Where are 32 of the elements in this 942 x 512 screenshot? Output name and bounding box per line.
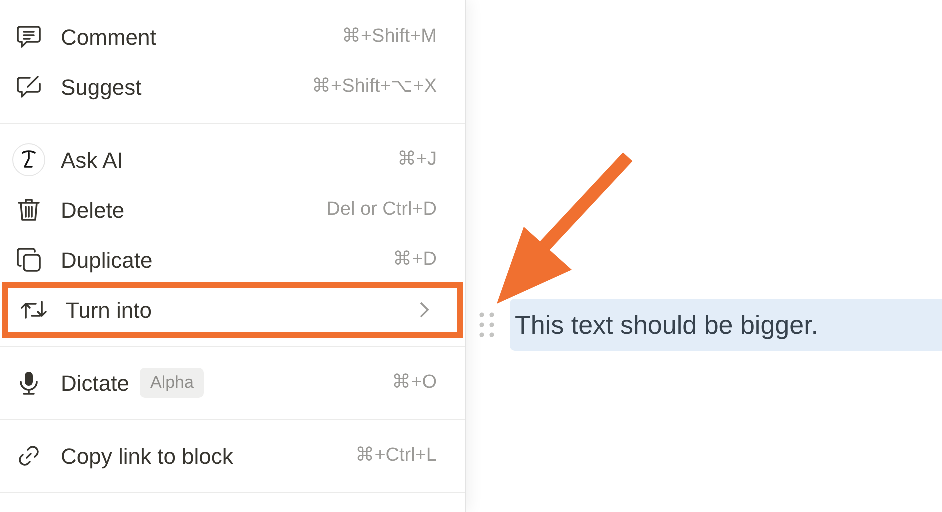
comment-icon — [15, 23, 43, 51]
menu-item-label: Ask AI — [61, 146, 124, 174]
menu-item-label: Delete — [61, 196, 125, 224]
shortcut-label: ⌘+J — [397, 148, 437, 172]
menu-item[interactable]: Delete Del or Ctrl+D — [0, 185, 465, 235]
menu-item[interactable]: Ask AI ⌘+J — [0, 135, 465, 185]
menu-item[interactable]: Copy link to block ⌘+Ctrl+L — [0, 431, 465, 481]
text-block[interactable]: This text should be bigger. — [510, 299, 942, 351]
menu-item[interactable]: Duplicate ⌘+D — [0, 235, 465, 285]
menu-item-label: Comment — [61, 24, 156, 52]
shortcut-label: ⌘+O — [392, 370, 437, 395]
menu-item-label: Suggest — [61, 74, 142, 102]
shortcut-label: ⌘+Shift+M — [342, 24, 437, 49]
speech-bubble-pencil-icon — [15, 73, 43, 101]
menu-item-label: Dictate — [61, 370, 130, 398]
menu-item-label: Copy link to block — [61, 442, 234, 471]
ai-icon — [12, 143, 46, 177]
chevron-right-icon — [418, 301, 430, 319]
menu-item[interactable]: Turn into — [5, 285, 460, 335]
menu-item[interactable]: Suggest ⌘+Shift+⌥+X — [0, 62, 465, 112]
menu-item-label: Duplicate — [61, 246, 153, 275]
menu-item[interactable]: Dictate Alpha ⌘+O — [0, 358, 465, 408]
menu-item-label: Turn into — [66, 296, 152, 324]
trash-icon — [15, 196, 43, 224]
shortcut-label: ⌘+Shift+⌥+X — [312, 74, 437, 99]
duplicate-icon — [15, 246, 43, 274]
drag-handle-icon[interactable] — [479, 312, 495, 338]
alpha-badge: Alpha — [140, 368, 204, 398]
shortcut-label: ⌘+D — [393, 248, 437, 272]
shortcut-label: ⌘+Ctrl+L — [356, 444, 437, 468]
shortcut-label: Del or Ctrl+D — [326, 198, 437, 222]
menu-item[interactable]: Comment ⌘+Shift+M — [0, 12, 465, 62]
